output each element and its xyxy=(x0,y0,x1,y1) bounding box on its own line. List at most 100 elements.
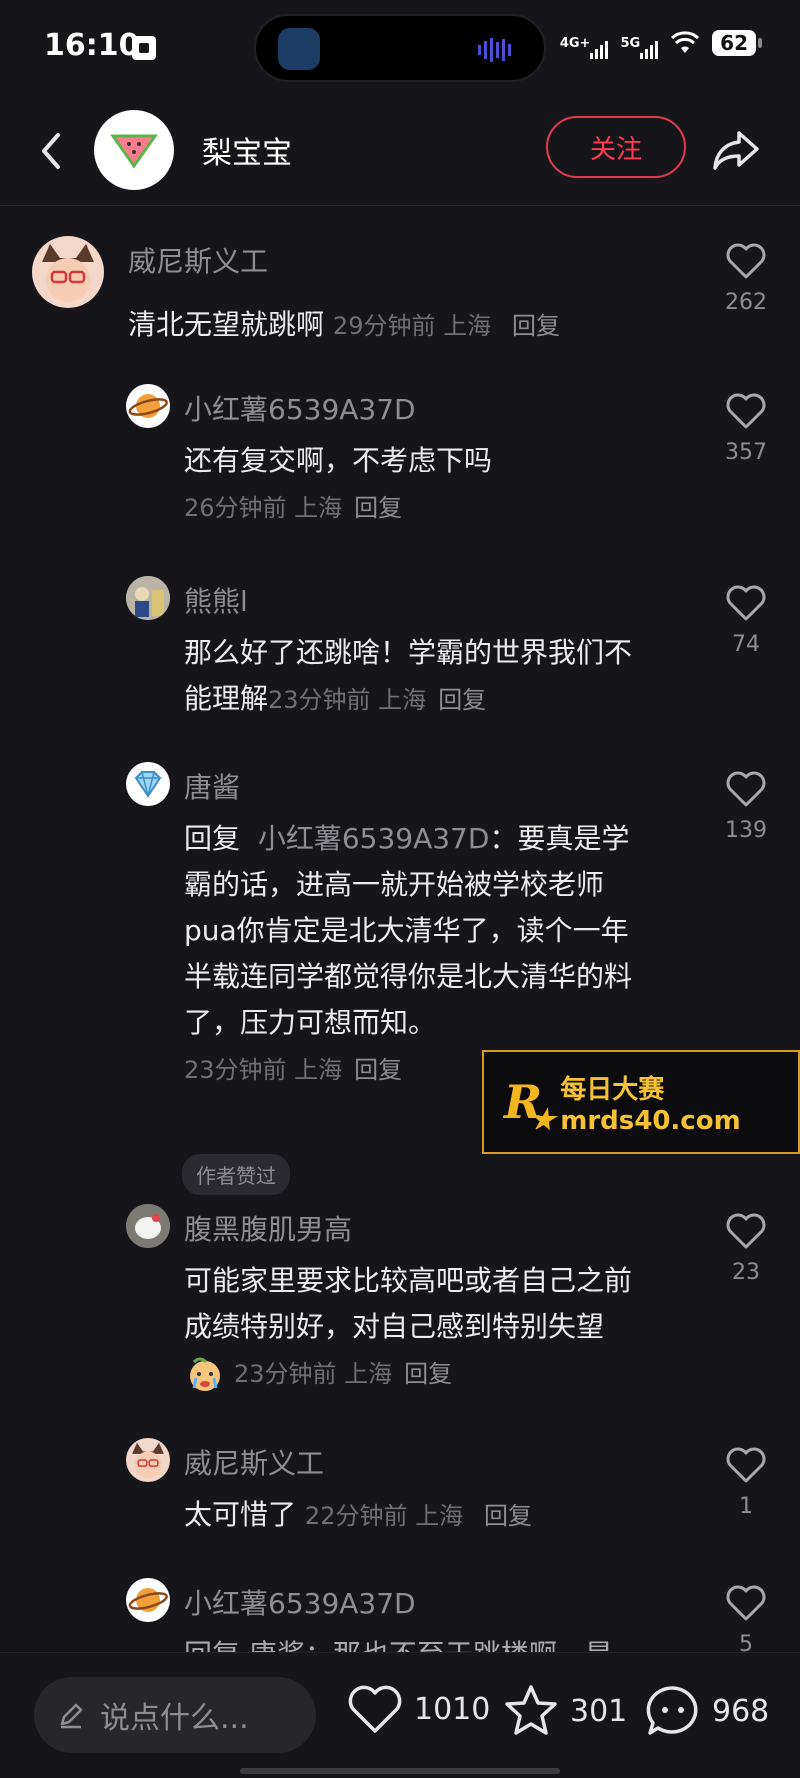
comment-body: 还有复交啊，不考虑下吗 xyxy=(184,444,493,477)
back-button[interactable] xyxy=(26,126,76,176)
home-indicator[interactable] xyxy=(240,1768,560,1774)
comment-author[interactable]: 威尼斯义工 xyxy=(128,240,268,280)
avatar[interactable] xyxy=(126,1578,170,1622)
comment-text: 那么好了还跳啥！学霸的世界我们不 能理解23分钟前 上海 回复 xyxy=(184,630,704,723)
comment-meta: 26分钟前 上海 xyxy=(184,494,343,522)
favorite-count: 301 xyxy=(570,1693,628,1729)
like-button[interactable]: 23 xyxy=(711,1212,781,1285)
like-button[interactable]: 1 xyxy=(711,1446,781,1519)
like-button[interactable]: 262 xyxy=(711,242,781,315)
audio-wave-icon xyxy=(478,38,522,62)
comment-author[interactable]: 威尼斯义工 xyxy=(184,1442,324,1482)
status-icons: 4G+ 5G 62 xyxy=(559,30,762,59)
network-label-1: 4G+ xyxy=(559,35,591,51)
comment-text: 回复 唐酱：那也不至于跳楼啊，是 xyxy=(184,1632,704,1652)
reply-button[interactable]: 回复 xyxy=(404,1360,452,1388)
avatar[interactable] xyxy=(126,576,170,620)
signal-bars-icon xyxy=(590,39,609,59)
comment-meta: 29分钟前 上海 xyxy=(332,312,492,340)
watermark-url: mrds40.com xyxy=(560,1105,741,1136)
avatar[interactable] xyxy=(126,384,170,428)
comment-total-button[interactable]: 968 xyxy=(644,1683,769,1739)
chevron-left-icon xyxy=(42,133,60,169)
comment-item: 威尼斯义工 清北无望就跳啊 29分钟前 上海 回复 262 xyxy=(0,208,800,341)
comment-body: 太可惜了 xyxy=(184,1498,297,1531)
like-button[interactable]: 139 xyxy=(711,770,781,843)
star-icon: ★ xyxy=(530,1103,556,1136)
reply-button[interactable]: 回复 xyxy=(484,1502,532,1530)
island-app-icon xyxy=(278,28,320,70)
comment-body-line: 能理解 xyxy=(184,682,269,715)
reply-button[interactable]: 回复 xyxy=(354,494,402,522)
comment-meta: 23分钟前 上海 xyxy=(184,1056,343,1084)
comment-reply-item: 熊熊l 那么好了还跳啥！学霸的世界我们不 能理解23分钟前 上海 回复 74 xyxy=(0,568,800,718)
like-button[interactable]: 5 xyxy=(711,1584,781,1652)
comment-reply-item: 小红薯6539A37D 回复 唐酱：那也不至于跳楼啊，是 5 xyxy=(0,1572,800,1652)
comment-text: 太可惜了 22分钟前 上海 回复 xyxy=(184,1492,704,1539)
author-avatar[interactable] xyxy=(94,110,174,190)
bottom-bar: 说点什么... 1010 301 968 xyxy=(0,1652,800,1778)
like-button[interactable]: 74 xyxy=(711,584,781,657)
comment-meta: 23分钟前 上海 xyxy=(234,1360,393,1388)
avatar[interactable] xyxy=(32,236,104,308)
comment-author[interactable]: 腹黑腹肌男高 xyxy=(184,1208,352,1248)
like-total-button[interactable]: 1010 xyxy=(346,1683,490,1735)
comment-input[interactable]: 说点什么... xyxy=(34,1677,316,1753)
wifi-icon xyxy=(671,31,700,53)
share-icon xyxy=(713,131,759,170)
kitty-avatar-icon xyxy=(126,1204,170,1248)
comment-total-count: 968 xyxy=(712,1693,770,1729)
like-count: 74 xyxy=(732,632,760,657)
comment-body-line: 成绩特别好，对自己感到特别失望 xyxy=(184,1310,605,1343)
comment-author[interactable]: 小红薯6539A37D xyxy=(184,388,416,428)
favorite-button[interactable]: 301 xyxy=(502,1683,627,1739)
heart-outline-icon xyxy=(726,1213,766,1249)
watermark-text: 每日大赛 mrds40.com xyxy=(560,1069,740,1136)
battery-indicator: 62 xyxy=(712,30,762,56)
watermark-ad[interactable]: R ★ 每日大赛 mrds40.com xyxy=(482,1050,800,1154)
like-button[interactable]: 357 xyxy=(711,392,781,465)
avatar[interactable] xyxy=(126,1438,170,1482)
comment-author[interactable]: 小红薯6539A37D xyxy=(184,1582,416,1622)
comment-bubble-icon xyxy=(646,1686,698,1735)
reply-button[interactable]: 回复 xyxy=(354,1056,402,1084)
lock-icon xyxy=(132,36,156,60)
heart-outline-icon xyxy=(726,1585,766,1621)
watermark-title: 每日大赛 xyxy=(560,1074,665,1105)
comment-body-line: pua你肯定是北大清华了，读个一年 xyxy=(184,914,629,947)
figure-avatar-icon xyxy=(126,576,170,620)
like-count: 5 xyxy=(739,1632,753,1652)
comment-body-line: ：要真是学 xyxy=(489,822,630,855)
comment-author[interactable]: 唐酱 xyxy=(184,766,240,806)
comment-body: 回复 唐酱：那也不至于跳楼啊，是 xyxy=(184,1638,613,1652)
signal-4g: 4G+ xyxy=(559,35,609,59)
comment-reply-item: 威尼斯义工 太可惜了 22分钟前 上海 回复 1 xyxy=(0,1428,800,1548)
cartoon-cat-avatar-icon xyxy=(42,244,94,302)
avatar[interactable] xyxy=(126,1204,170,1248)
dynamic-island xyxy=(254,14,546,82)
comment-body: 清北无望就跳啊 xyxy=(128,308,325,341)
reply-button[interactable]: 回复 xyxy=(512,312,560,340)
comment-body-line: 半载连同学都觉得你是北大清华的料 xyxy=(184,960,633,993)
avatar[interactable] xyxy=(126,762,170,806)
diamond-icon xyxy=(134,771,162,798)
signal-bars-icon xyxy=(640,39,659,59)
comment-body-line: 那么好了还跳啥！学霸的世界我们不 xyxy=(184,636,633,669)
follow-button[interactable]: 关注 xyxy=(546,116,686,178)
heart-outline-icon xyxy=(726,1447,766,1483)
like-count: 23 xyxy=(732,1260,760,1285)
like-count: 1 xyxy=(739,1494,753,1519)
status-time: 16:10 xyxy=(44,28,140,63)
signal-5g: 5G xyxy=(620,35,659,59)
comment-list[interactable]: 威尼斯义工 清北无望就跳啊 29分钟前 上海 回复 262 小红薯6539A37… xyxy=(0,208,800,1652)
reply-target-user[interactable]: 小红薯6539A37D xyxy=(258,822,490,855)
comment-reply-item: 小红薯6539A37D 还有复交啊，不考虑下吗 26分钟前 上海 回复 357 xyxy=(0,376,800,526)
network-label-2: 5G xyxy=(620,35,641,51)
comment-text: 可能家里要求比较高吧或者自己之前 成绩特别好，对自己感到特别失望 23分钟前 上… xyxy=(184,1258,704,1397)
author-name[interactable]: 梨宝宝 xyxy=(202,128,292,172)
share-button[interactable] xyxy=(706,120,766,180)
reply-button[interactable]: 回复 xyxy=(438,686,486,714)
comment-author[interactable]: 熊熊l xyxy=(184,580,248,620)
comment-body-line: 了，压力可想而知。 xyxy=(184,1006,437,1039)
heart-outline-icon xyxy=(726,771,766,807)
